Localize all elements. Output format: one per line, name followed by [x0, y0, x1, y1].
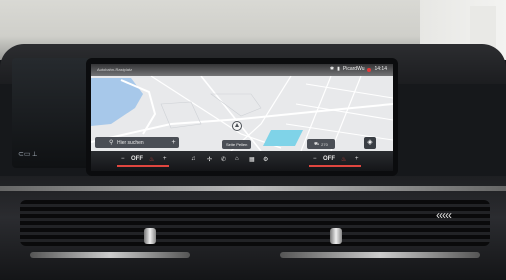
layers-button[interactable]: ◈: [364, 137, 376, 149]
search-button[interactable]: ⚲ Hier suchen: [95, 137, 175, 148]
left-temp-minus[interactable]: −: [121, 156, 125, 162]
right-climate-off[interactable]: OFF: [323, 156, 335, 162]
alert-icon: [367, 67, 372, 72]
status-indicators: ✱ ▮ PicardWu 14:14: [330, 66, 387, 73]
media-icon[interactable]: ♫: [191, 156, 196, 162]
right-temp-plus[interactable]: +: [355, 156, 359, 162]
climate-bar: − OFF ♨ + ♫ ✢ ✆ ⌂ ▦ ⚙ − OFF ♨ +: [91, 151, 393, 171]
lower-trim-right: [280, 252, 480, 258]
connection-label: PicardWu: [342, 66, 365, 72]
clock: 14:14: [374, 66, 387, 72]
left-vent-knob[interactable]: [144, 228, 156, 244]
layers-icon: ◈: [367, 139, 373, 146]
place-label[interactable]: Seite Pellen: [222, 140, 252, 149]
right-seat-heat-icon[interactable]: ♨: [341, 156, 346, 163]
ambient-chevrons: ‹‹‹‹‹: [436, 208, 452, 222]
car-icon: ⛟: [314, 141, 320, 146]
search-icon: ⚲: [109, 140, 114, 146]
fan-icon[interactable]: ✢: [207, 156, 212, 163]
apps-icon[interactable]: ▦: [249, 156, 255, 163]
add-destination-button[interactable]: +: [168, 137, 179, 148]
signal-icon: ▮: [337, 66, 340, 72]
route-info-button[interactable]: ⛟ 270: [307, 139, 335, 149]
phone-icon[interactable]: ✆: [221, 156, 226, 163]
lower-trim-left: [30, 252, 190, 258]
map-caption: Autobahn-Rastplatz: [97, 67, 133, 72]
air-vent: [20, 200, 490, 246]
left-climate-off[interactable]: OFF: [131, 156, 143, 162]
bluetooth-icon: ✱: [329, 66, 335, 72]
cluster-readout: ⊂▭ ⟂: [18, 151, 38, 158]
chrome-trim: [0, 186, 506, 191]
infotainment-screen: Autobahn-Rastplatz ✱ ▮ PicardWu 14:14 ⚲ …: [91, 64, 393, 171]
settings-icon[interactable]: ⚙: [263, 156, 268, 163]
home-icon[interactable]: ⌂: [235, 156, 239, 162]
right-temp-bar: [309, 165, 361, 167]
search-label: Hier suchen: [117, 139, 144, 146]
right-temp-minus[interactable]: −: [313, 156, 317, 162]
right-vent-knob[interactable]: [330, 228, 342, 244]
position-marker-icon: [232, 121, 242, 131]
left-temp-bar: [117, 165, 169, 167]
left-temp-plus[interactable]: +: [163, 156, 167, 162]
status-bar: Autobahn-Rastplatz ✱ ▮ PicardWu 14:14: [91, 64, 393, 76]
route-value: 270: [321, 141, 328, 147]
seat-heat-icon[interactable]: ♨: [149, 156, 154, 163]
